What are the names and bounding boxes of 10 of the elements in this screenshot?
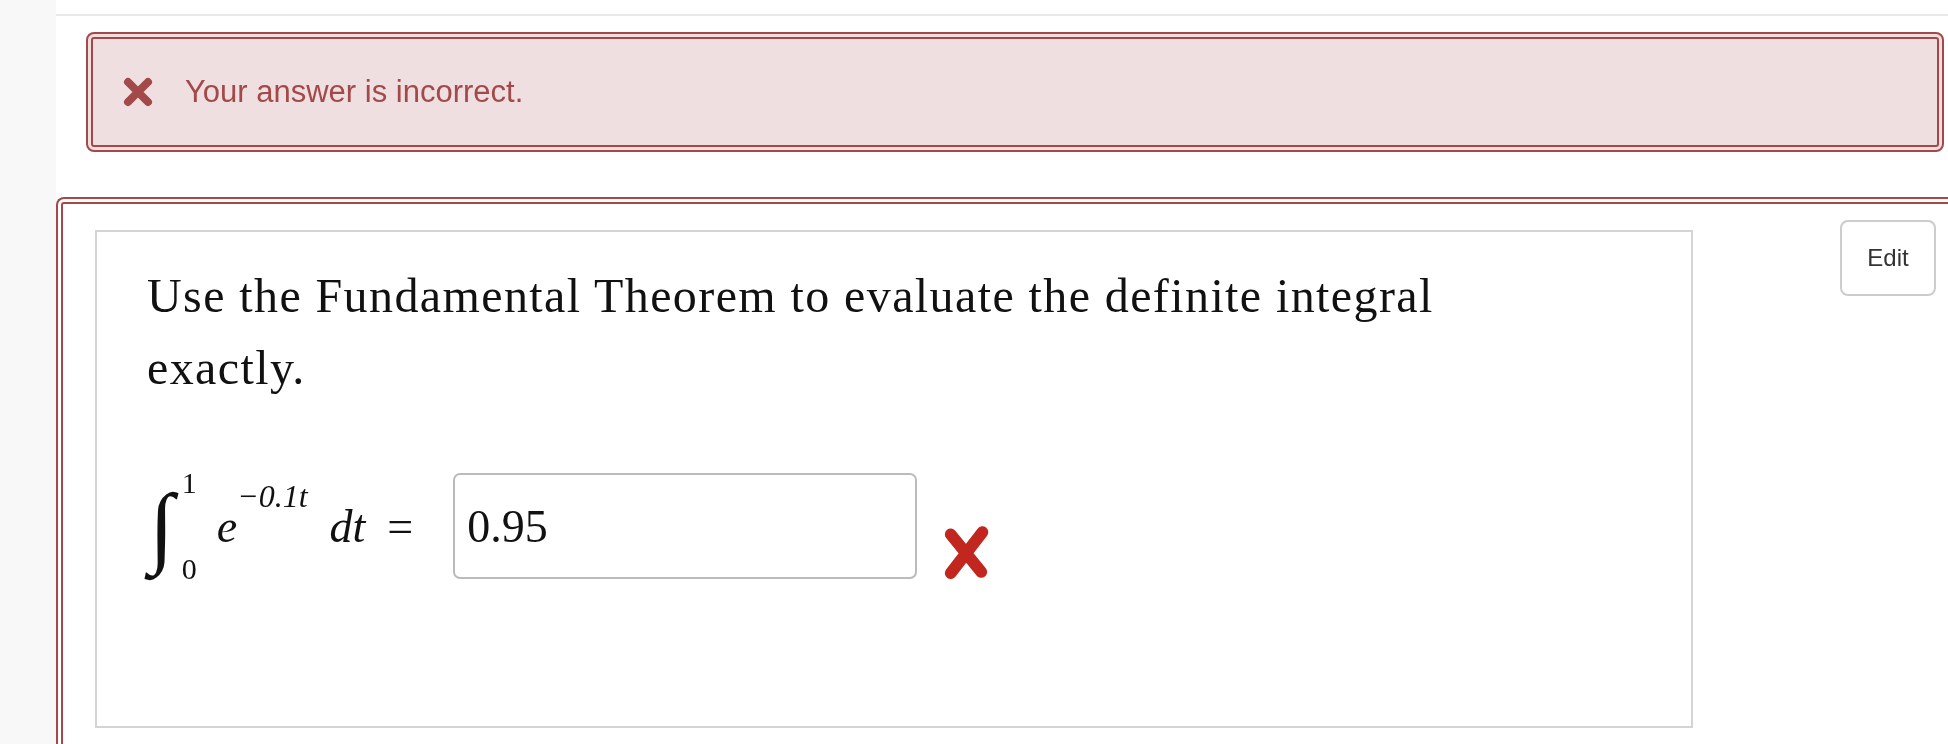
alert-message: Your answer is incorrect. bbox=[185, 74, 524, 110]
equals-sign: = bbox=[387, 499, 414, 553]
lower-limit: 0 bbox=[181, 552, 197, 586]
edit-button[interactable]: Edit bbox=[1840, 220, 1936, 296]
upper-limit: 1 bbox=[181, 466, 197, 500]
answer-field[interactable]: 0.95 bbox=[453, 473, 918, 579]
differential: dt bbox=[329, 499, 366, 553]
exponent: −0.1t bbox=[237, 478, 308, 515]
question-prompt: Use the Fundamental Theorem to evaluate the definite integral exactly. bbox=[147, 268, 1435, 396]
integrand-base: e bbox=[216, 499, 238, 553]
